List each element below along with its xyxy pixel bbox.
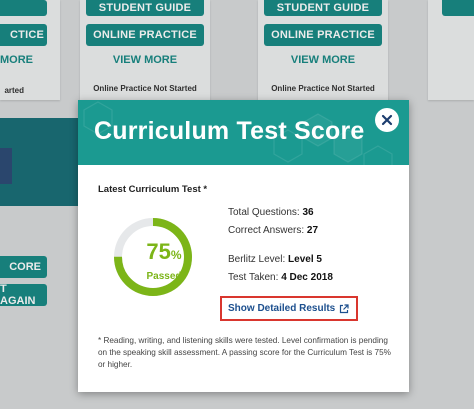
modal-header: Curriculum Test Score [78,100,409,165]
show-detailed-results-link[interactable]: Show Detailed Results [220,296,358,321]
score-status: Passed [146,271,182,282]
score-footnote: * Reading, writing, and listening skills… [98,336,391,369]
modal-title: Curriculum Test Score [94,117,365,145]
close-button[interactable] [375,108,399,132]
total-questions: Total Questions: 36 [228,207,314,218]
curriculum-score-modal: Curriculum Test Score Latest Curriculum … [78,100,409,392]
score-percentage: 75% [146,239,182,264]
close-icon [381,114,393,126]
latest-test-label: Latest Curriculum Test * [98,184,208,195]
test-taken-date: Test Taken: 4 Dec 2018 [228,272,333,283]
correct-answers: Correct Answers: 27 [228,225,319,236]
berlitz-level: Berlitz Level: Level 5 [228,254,322,265]
external-link-icon [339,303,349,314]
